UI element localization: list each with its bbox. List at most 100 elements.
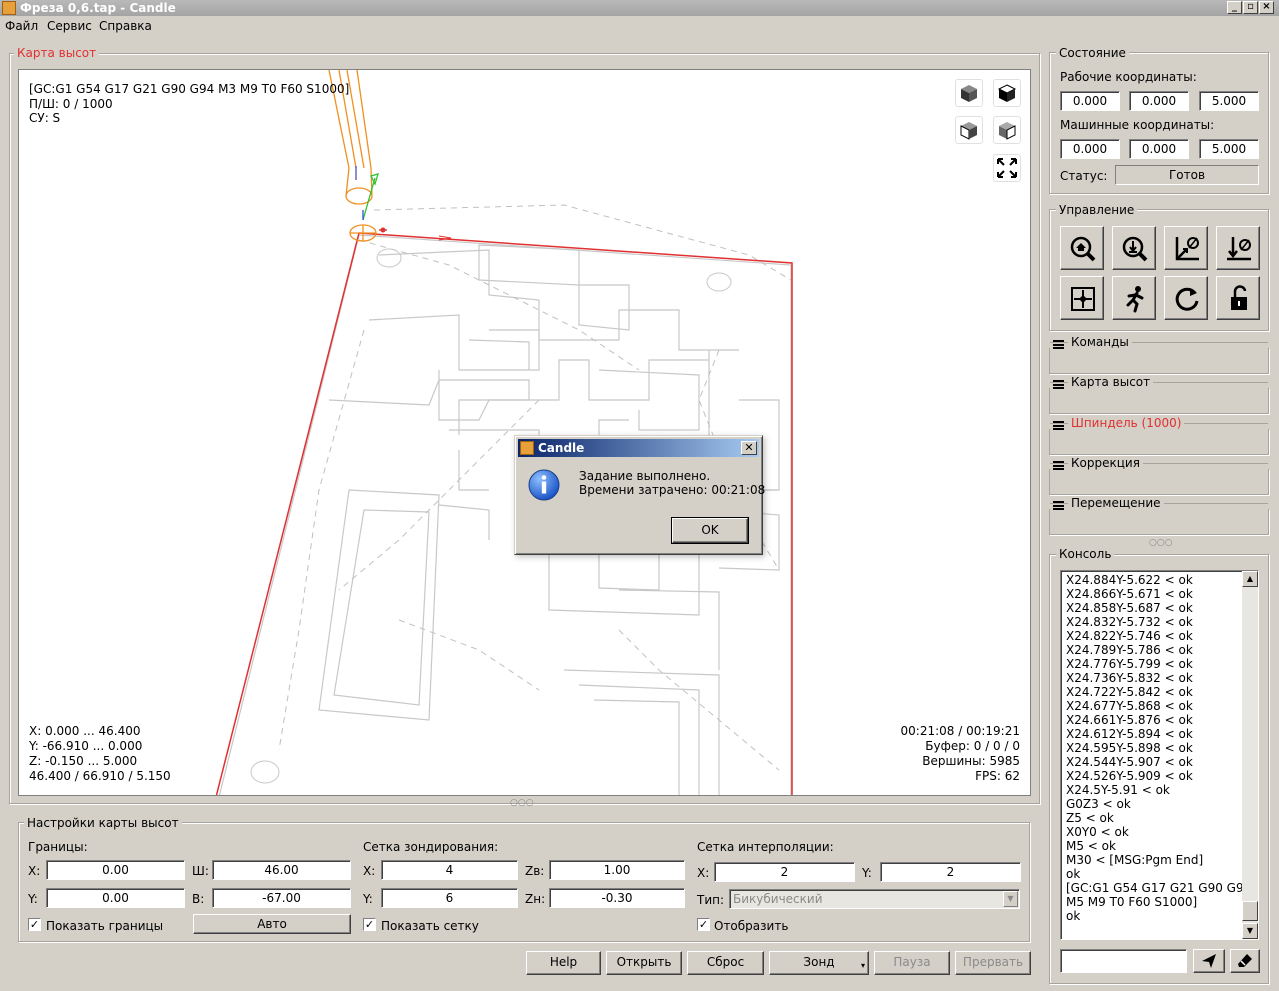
spindle-section-title: Шпиндель (1000) bbox=[1068, 416, 1185, 430]
zero-z-probe-button[interactable] bbox=[1112, 226, 1156, 270]
dialog-ok-button[interactable]: OK bbox=[671, 517, 749, 544]
console-command-input[interactable] bbox=[1060, 949, 1187, 973]
console-scrollbar[interactable]: ▲ ▼ bbox=[1242, 571, 1258, 939]
show-grid-checkbox[interactable]: ✓ bbox=[363, 918, 376, 931]
bounds-w-field[interactable]: 46.00 bbox=[212, 860, 351, 880]
app-icon bbox=[2, 1, 16, 15]
heightmap-view-title: Карта высот bbox=[14, 46, 100, 60]
menu-icon bbox=[1053, 501, 1064, 510]
dialog-message-line1: Задание выполнено. bbox=[579, 469, 711, 483]
console-output[interactable]: X24.884Y-5.622 < ok X24.866Y-5.671 < ok X2… bbox=[1060, 570, 1259, 940]
console-line: X24.858Y-5.687 < ok bbox=[1066, 601, 1193, 615]
minimize-button[interactable]: _ bbox=[1227, 1, 1242, 14]
console-line: X24.612Y-5.894 < ok bbox=[1066, 727, 1193, 741]
probe-zb-label: Zв: bbox=[525, 864, 545, 878]
probe-x-field[interactable]: 4 bbox=[381, 860, 518, 880]
display-label: Отобразить bbox=[714, 919, 789, 933]
safe-position-button[interactable] bbox=[1112, 276, 1156, 320]
scroll-up-icon[interactable]: ▲ bbox=[1242, 571, 1258, 587]
probe-zh-field[interactable]: -0.30 bbox=[549, 888, 685, 908]
bounds-y-field[interactable]: 0.00 bbox=[46, 888, 185, 908]
console-line: X24.736Y-5.832 < ok bbox=[1066, 671, 1193, 685]
x-range: X: 0.000 ... 46.400 bbox=[29, 724, 141, 738]
job-complete-dialog: Candle ✕ Задание выполнено. Времени затр… bbox=[514, 435, 765, 555]
dropdown-arrow-icon: ▾ bbox=[860, 961, 865, 970]
abort-button[interactable]: Прервать bbox=[955, 951, 1031, 975]
console-title: Консоль bbox=[1056, 547, 1115, 561]
interp-type-select[interactable]: Бикубический ▼ bbox=[729, 889, 1020, 909]
work-y-field: 0.000 bbox=[1129, 91, 1189, 111]
interp-y-field[interactable]: 2 bbox=[880, 862, 1021, 882]
spindle-section[interactable]: Шпиндель (1000) bbox=[1049, 416, 1269, 455]
probe-y-field[interactable]: 6 bbox=[381, 888, 518, 908]
bounds-y-label: Y: bbox=[28, 892, 38, 906]
soft-reset-button[interactable] bbox=[1164, 276, 1208, 320]
auto-button[interactable]: Авто bbox=[193, 914, 351, 934]
zero-xy-button[interactable] bbox=[1216, 226, 1260, 270]
home-button[interactable] bbox=[1060, 226, 1104, 270]
pause-button[interactable]: Пауза bbox=[874, 951, 950, 975]
probe-grid-label: Сетка зондирования: bbox=[363, 840, 499, 854]
scroll-thumb[interactable] bbox=[1242, 901, 1258, 921]
viewport-splitter[interactable]: ○○○ bbox=[510, 796, 534, 810]
center-button[interactable] bbox=[1060, 276, 1104, 320]
work-z-field: 5.000 bbox=[1199, 91, 1259, 111]
origin-down-icon bbox=[1227, 237, 1251, 261]
cube-top-icon bbox=[997, 84, 1017, 102]
console-line: G0Z3 < ok bbox=[1066, 797, 1131, 811]
reset-button[interactable]: Сброс bbox=[687, 951, 764, 975]
console-lines: X24.884Y-5.622 < ok X24.866Y-5.671 < ok X2… bbox=[1066, 573, 1244, 923]
console-line: ok bbox=[1066, 867, 1081, 881]
correction-section[interactable]: Коррекция bbox=[1049, 456, 1269, 495]
jog-section[interactable]: Перемещение bbox=[1049, 496, 1269, 535]
menu-service[interactable]: Сервис bbox=[47, 19, 92, 33]
heightmap-section-title: Карта высот bbox=[1068, 375, 1154, 389]
view-top-button[interactable] bbox=[993, 79, 1021, 107]
interp-type-value: Бикубический bbox=[733, 892, 823, 906]
menu-file[interactable]: Файл bbox=[5, 19, 38, 33]
view-front-button[interactable] bbox=[955, 116, 983, 144]
show-bounds-label: Показать границы bbox=[46, 919, 164, 933]
gcode-state: [GC:G1 G54 G17 G21 G90 G94 M3 M9 T0 F60 … bbox=[29, 82, 350, 96]
send-command-button[interactable] bbox=[1193, 949, 1225, 973]
show-bounds-checkbox[interactable]: ✓ bbox=[28, 918, 41, 931]
probe-button[interactable]: Зонд ▾ bbox=[769, 951, 869, 975]
heightmap-settings-title: Настройки карты высот bbox=[24, 816, 182, 830]
probe-zb-field[interactable]: 1.00 bbox=[549, 860, 685, 880]
fullscreen-icon bbox=[997, 158, 1017, 178]
interp-x-field[interactable]: 2 bbox=[714, 862, 855, 882]
scroll-down-icon[interactable]: ▼ bbox=[1242, 923, 1258, 939]
help-button[interactable]: Help bbox=[526, 951, 601, 975]
clear-console-button[interactable] bbox=[1230, 949, 1260, 973]
restore-origin-button[interactable] bbox=[1164, 226, 1208, 270]
home-search-icon bbox=[1070, 236, 1096, 262]
commands-section[interactable]: Команды bbox=[1049, 335, 1269, 374]
machine-y-field: 0.000 bbox=[1129, 139, 1189, 159]
view-left-button[interactable] bbox=[993, 116, 1021, 144]
app-icon bbox=[520, 441, 534, 455]
view-iso-button[interactable] bbox=[955, 79, 983, 107]
display-checkbox[interactable]: ✓ bbox=[697, 918, 710, 931]
3d-viewport[interactable]: [GC:G1 G54 G17 G21 G90 G94 M3 M9 T0 F60 … bbox=[18, 69, 1031, 796]
interp-y-label: Y: bbox=[862, 866, 872, 880]
probe-y-label: Y: bbox=[363, 892, 373, 906]
unlock-button[interactable] bbox=[1216, 276, 1260, 320]
window-title: Фреза 0,6.tap - Candle bbox=[20, 1, 176, 15]
console-line: M30 < [MSG:Pgm End] bbox=[1066, 853, 1204, 867]
bounds-h-field[interactable]: -67.00 bbox=[212, 888, 351, 908]
heightmap-section[interactable]: Карта высот bbox=[1049, 375, 1269, 414]
z-range: Z: -0.150 ... 5.000 bbox=[29, 754, 138, 768]
maximize-button[interactable]: ▫ bbox=[1243, 1, 1258, 14]
dialog-close-button[interactable]: ✕ bbox=[741, 441, 757, 455]
menu-icon bbox=[1053, 461, 1064, 470]
bounds-x-field[interactable]: 0.00 bbox=[46, 860, 185, 880]
jog-section-title: Перемещение bbox=[1068, 496, 1164, 510]
close-button[interactable]: × bbox=[1259, 1, 1274, 14]
open-button[interactable]: Открыть bbox=[606, 951, 682, 975]
menu-help[interactable]: Справка bbox=[99, 19, 152, 33]
status-label: Статус: bbox=[1060, 169, 1108, 183]
fit-view-button[interactable] bbox=[993, 154, 1021, 182]
panel-splitter[interactable]: ○○○ bbox=[1149, 536, 1173, 550]
y-range: Y: -66.910 ... 0.000 bbox=[29, 739, 143, 753]
console-line: X24.677Y-5.868 < ok bbox=[1066, 699, 1193, 713]
